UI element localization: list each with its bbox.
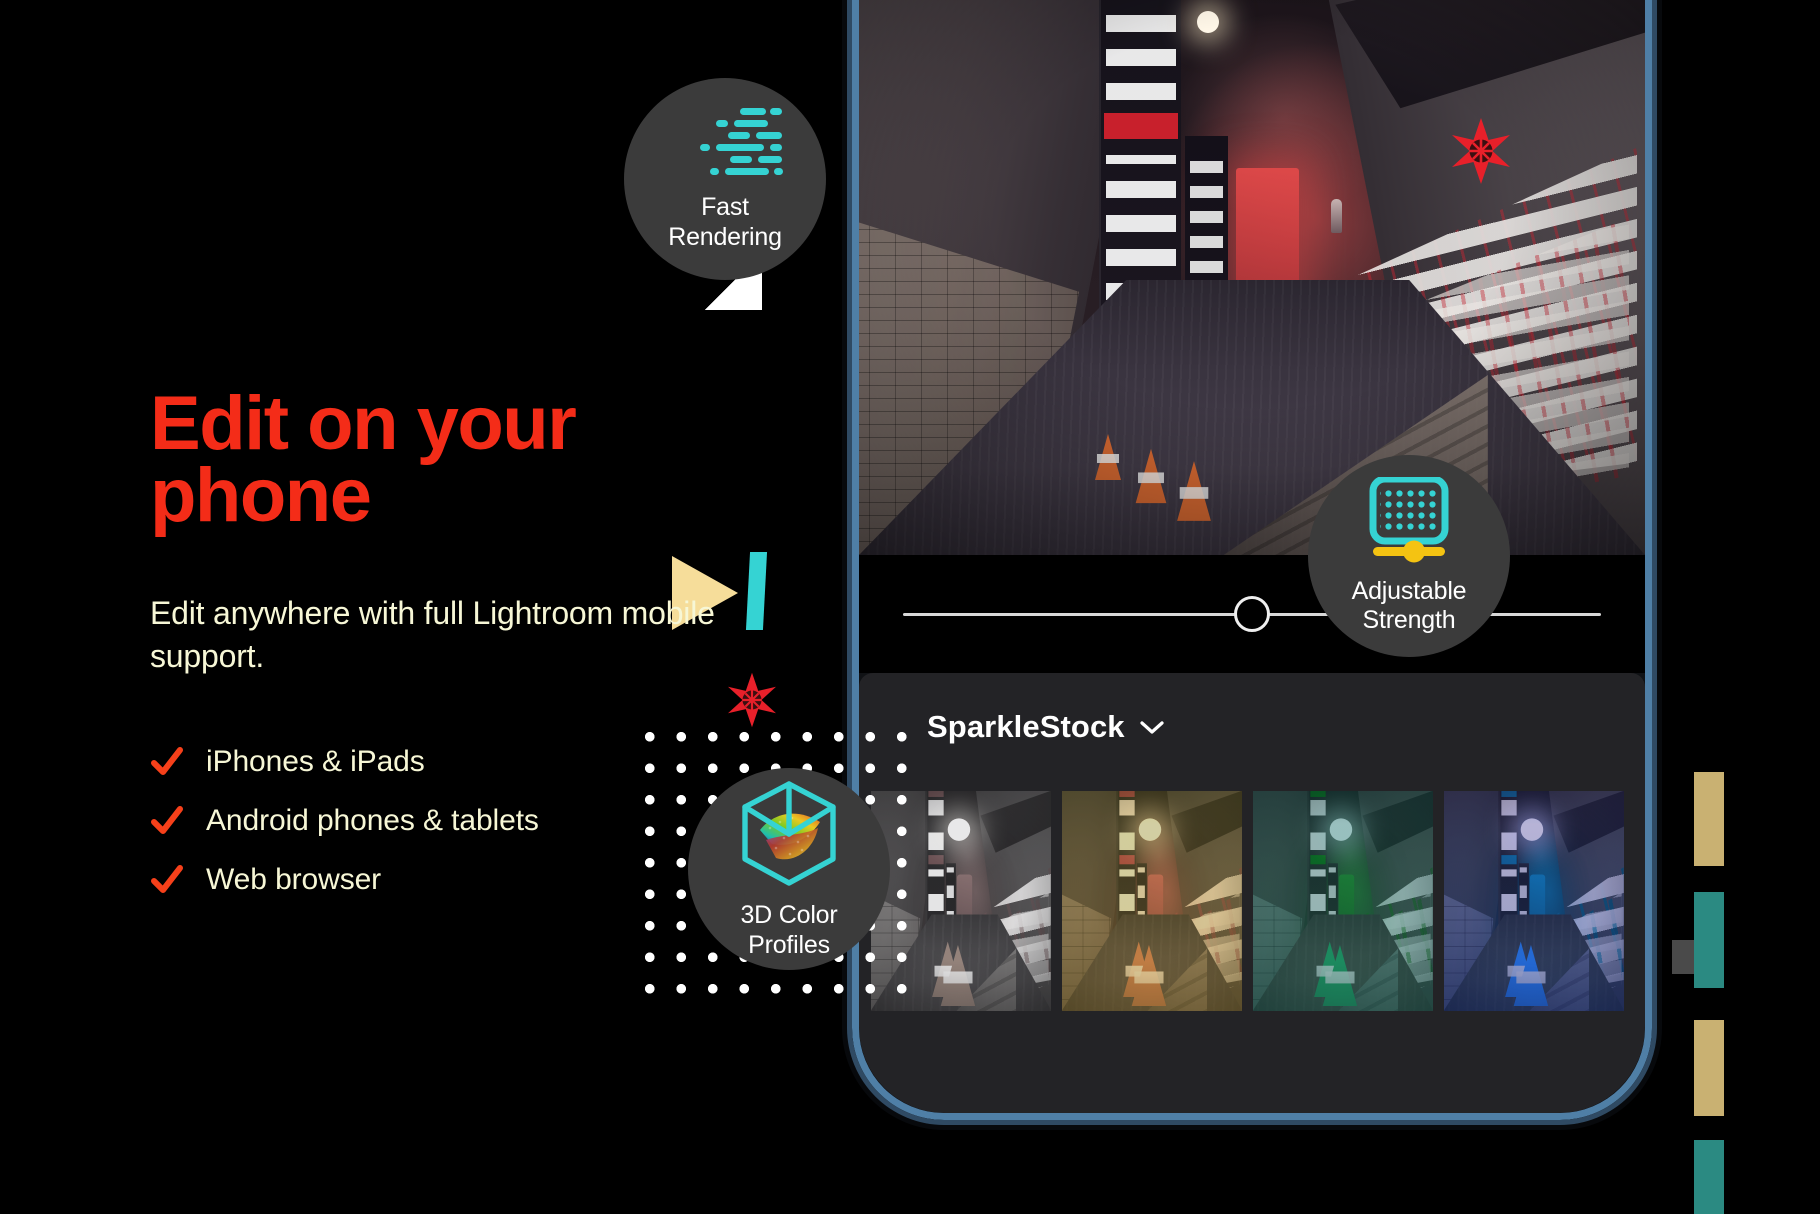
check-icon [150, 804, 184, 838]
badge-3d-color-profiles: 3D Color Profiles [688, 768, 890, 970]
preset-thumbnail-blue[interactable] [1444, 791, 1624, 1011]
preset-thumbnail-warm[interactable] [1062, 791, 1242, 1011]
badge-adjustable-strength-label: Adjustable Strength [1351, 576, 1467, 635]
list-item: Android phones & tablets [150, 798, 750, 844]
list-item: iPhones & iPads [150, 739, 750, 785]
preset-collection-selector[interactable]: SparkleStock [859, 673, 1645, 745]
phone-mockup: SparkleStock [852, 0, 1652, 1120]
copy-column: Edit on your phone Edit anywhere with fu… [150, 381, 750, 916]
feature-label: Web browser [206, 862, 382, 896]
color-cube-icon [736, 778, 842, 895]
star-burst-icon [1452, 118, 1510, 189]
presets-panel: SparkleStock [859, 673, 1645, 1113]
badge-adjustable-strength: Adjustable Strength [1308, 455, 1510, 657]
subheadline: Edit anywhere with full Lightroom mobile… [150, 595, 715, 674]
badge-3d-color-profiles-label: 3D Color Profiles [740, 901, 838, 959]
grid-slider-icon [1361, 475, 1457, 568]
check-icon [150, 863, 184, 897]
list-item: Web browser [150, 857, 750, 903]
color-chip-teal [1694, 1140, 1724, 1214]
slider-track[interactable] [903, 596, 1601, 632]
phone-side-button [1672, 940, 1694, 974]
chevron-down-icon[interactable] [1139, 719, 1165, 735]
color-chip-gold [1694, 772, 1724, 866]
phone-body: SparkleStock [852, 0, 1652, 1120]
preset-thumbnail-teal[interactable] [1253, 791, 1433, 1011]
main-photo-preview [859, 0, 1645, 555]
feature-list: iPhones & iPads Android phones & tablets… [150, 739, 750, 903]
feature-label: Android phones & tablets [206, 803, 539, 837]
feature-label: iPhones & iPads [206, 744, 425, 778]
slider-knob-icon[interactable] [1234, 596, 1270, 632]
preset-collection-name: SparkleStock [927, 709, 1125, 744]
badge-fast-rendering-label: Fast Rendering [668, 193, 782, 251]
preset-thumbnail-strip [871, 791, 1645, 1011]
street-photo-scene [859, 0, 1645, 555]
badge-fast-rendering: Fast Rendering [624, 78, 826, 280]
check-icon [150, 745, 184, 779]
strength-slider[interactable] [859, 555, 1645, 673]
promo-slide: SparkleStock Fast Rendering Adjustable S… [0, 0, 1820, 1214]
phone-screen: SparkleStock [859, 0, 1645, 1113]
page-title: Edit on your phone [150, 381, 577, 539]
speed-stopwatch-icon [666, 106, 784, 183]
color-chip-gold [1694, 1020, 1724, 1116]
color-chip-teal [1694, 892, 1724, 988]
star-burst-icon [728, 672, 776, 733]
